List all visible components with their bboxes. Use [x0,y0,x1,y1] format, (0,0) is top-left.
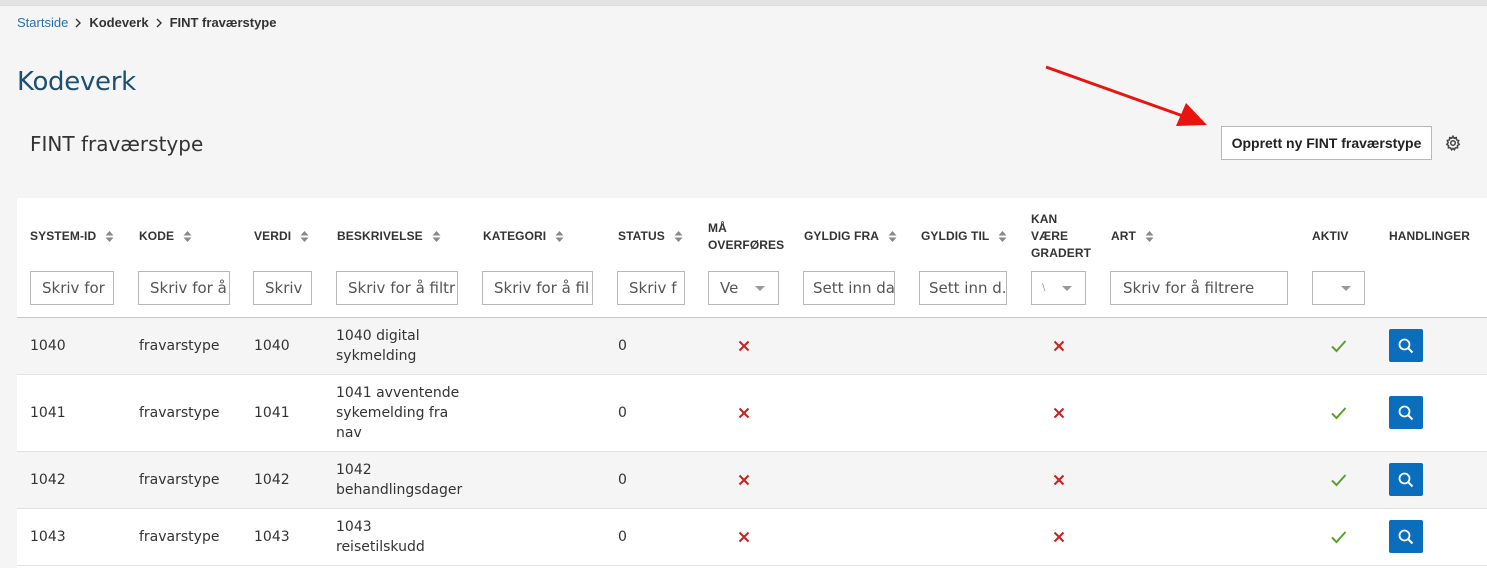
cell-status: 0 [618,529,627,545]
filter-art-input[interactable]: Skriv for å filtrere [1110,271,1288,305]
cell-verdi: 1040 [254,338,290,354]
create-button[interactable]: Opprett ny FINT fraværstype [1221,126,1432,160]
close-icon [1053,474,1065,486]
col-header-system-id[interactable]: SYSTEM-ID [30,228,114,245]
cell-status: 0 [618,338,627,354]
sort-icon[interactable] [183,230,192,243]
check-icon [1331,531,1347,544]
gear-icon[interactable] [1445,135,1461,151]
filter-ma-overfores-select[interactable]: Ve [708,271,779,305]
filter-system-id-input[interactable]: Skriv for [30,271,114,305]
sort-icon[interactable] [300,230,309,243]
filter-gyldig-fra-input[interactable]: Sett inn da [803,271,895,305]
chevron-right-icon [156,18,162,27]
search-icon [1398,472,1414,487]
cell-status: 0 [618,472,627,488]
close-icon [738,531,750,543]
sort-icon[interactable] [674,230,683,243]
col-header-status[interactable]: STATUS [618,228,683,245]
table-row: 1043 fravarstype 1043 1043 reisetilskudd… [17,509,1487,566]
filter-kan-vaere-gradert-select[interactable]: \ [1031,271,1086,305]
breadcrumb-current: FINT fraværstype [169,15,277,30]
col-header-beskrivelse[interactable]: BESKRIVELSE [337,228,441,245]
cell-system-id: 1043 [30,529,66,545]
col-header-gyldig-til[interactable]: GYLDIG TIL [921,228,1007,245]
cell-verdi: 1041 [254,405,290,421]
close-icon [1053,340,1065,352]
sort-icon[interactable] [888,230,897,243]
top-bar [0,0,1487,6]
filter-aktiv-select[interactable] [1312,271,1365,305]
sort-icon[interactable] [1145,230,1154,243]
close-icon [738,340,750,352]
search-icon [1398,405,1414,420]
close-icon [738,474,750,486]
table-row: 1040 fravarstype 1040 1040 digital sykme… [17,318,1487,375]
cell-kode: fravarstype [139,338,220,354]
col-header-aktiv: AKTIV [1312,229,1349,243]
breadcrumb-home-link[interactable]: Startside [17,15,68,30]
cell-system-id: 1041 [30,405,66,421]
cell-kode: fravarstype [139,472,220,488]
cell-system-id: 1040 [30,338,66,354]
cell-beskrivelse: 1040 digital sykmelding [336,328,420,364]
table-row: 1042 fravarstype 1042 1042 behandlingsda… [17,452,1487,509]
cell-status: 0 [618,405,627,421]
sort-icon[interactable] [555,230,564,243]
col-header-art[interactable]: ART [1111,228,1154,245]
col-header-handlinger: HANDLINGER [1389,229,1470,243]
col-header-verdi[interactable]: VERDI [254,228,309,245]
cell-kode: fravarstype [139,529,220,545]
view-button[interactable] [1389,396,1423,429]
search-icon [1398,338,1414,353]
close-icon [1053,531,1065,543]
cell-beskrivelse: 1042 behandlingsdager [336,462,463,498]
page-subtitle: FINT fraværstype [30,132,204,156]
cell-beskrivelse: 1043 reisetilskudd [336,519,425,555]
filter-gyldig-til-input[interactable]: Sett inn d. [919,271,1007,305]
cell-beskrivelse: 1041 avventende sykemelding fra nav [336,385,460,441]
breadcrumb: Startside Kodeverk FINT fraværstype [17,15,276,30]
cell-verdi: 1042 [254,472,290,488]
filter-kategori-input[interactable]: Skriv for å fil [482,271,593,305]
check-icon [1331,407,1347,420]
cell-verdi: 1043 [254,529,290,545]
close-icon [738,407,750,419]
chevron-right-icon [75,18,82,27]
filter-kode-input[interactable]: Skriv for å [138,271,230,305]
table-row: 1041 fravarstype 1041 1041 avventende sy… [17,375,1487,452]
search-icon [1398,529,1414,544]
filter-verdi-input[interactable]: Skriv [253,271,312,305]
view-button[interactable] [1389,463,1423,496]
page-title: Kodeverk [17,67,136,97]
data-table: SYSTEM-ID KODE VERDI BESKRIVELSE KATEGOR… [17,198,1487,568]
cell-system-id: 1042 [30,472,66,488]
check-icon [1331,474,1347,487]
filter-beskrivelse-input[interactable]: Skriv for å filtr [336,271,458,305]
check-icon [1331,340,1347,353]
col-header-kategori[interactable]: KATEGORI [483,228,564,245]
col-header-kan-vaere-gradert[interactable]: KAN VÆRE GRADERT [1031,211,1091,262]
cell-kode: fravarstype [139,405,220,421]
col-header-gyldig-fra[interactable]: GYLDIG FRA [804,228,897,245]
col-header-kode[interactable]: KODE [139,228,192,245]
view-button[interactable] [1389,329,1423,362]
sort-icon[interactable] [432,230,441,243]
sort-icon[interactable] [998,230,1007,243]
filter-status-input[interactable]: Skriv f [617,271,685,305]
breadcrumb-kodeverk[interactable]: Kodeverk [89,15,148,30]
view-button[interactable] [1389,520,1423,553]
col-header-ma-overfores[interactable]: MÅ OVERFØRES [708,220,784,254]
close-icon [1053,407,1065,419]
sort-icon[interactable] [105,230,114,243]
